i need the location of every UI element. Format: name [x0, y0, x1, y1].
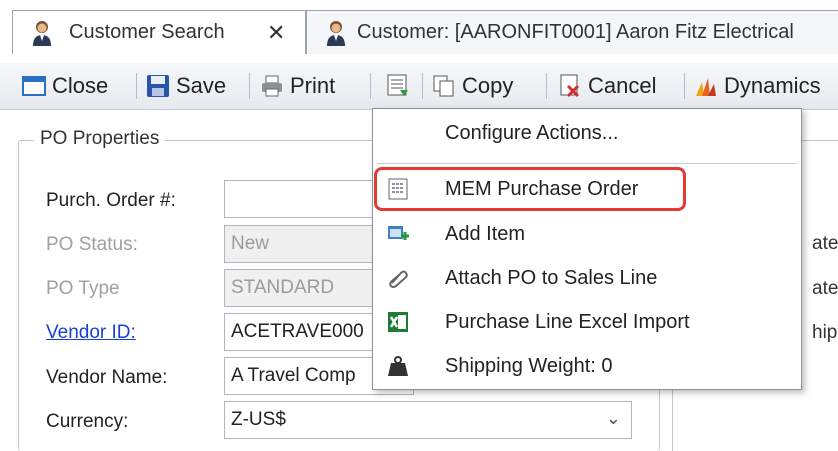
menu-item-mem-purchase-order[interactable]: MEM Purchase Order — [373, 168, 801, 210]
copy-icon — [432, 74, 456, 98]
toolbar-separator — [370, 73, 371, 99]
po-type-label: PO Type — [46, 278, 120, 299]
po-status-label: PO Status: — [46, 234, 138, 255]
paperclip-icon — [387, 267, 409, 289]
tab-customer-record[interactable]: Customer: [AARONFIT0001] Aaron Fitz Elec… — [306, 10, 838, 54]
chevron-down-icon[interactable]: ⌄ — [606, 408, 621, 429]
menu-item-add-item[interactable]: Add Item — [373, 213, 801, 255]
tab-label: Customer: [AARONFIT0001] Aaron Fitz Elec… — [357, 21, 794, 43]
toolbar-separator — [136, 73, 137, 99]
actions-menu: Configure Actions... MEM Purchase Order … — [372, 108, 802, 390]
currency-select[interactable]: Z-US$ ⌄ — [224, 401, 632, 439]
copy-button[interactable]: Copy — [432, 69, 513, 103]
document-grid-icon — [387, 178, 409, 200]
window-icon — [22, 74, 46, 98]
add-item-icon — [387, 223, 409, 245]
right-label-fragment: ate — [812, 278, 838, 299]
document-grid-icon — [386, 74, 410, 98]
dynamics-button[interactable]: Dynamics — [694, 69, 821, 103]
tab-bar: Customer Search ✕ Customer: [AARONFIT000… — [0, 0, 838, 63]
menu-item-configure-actions[interactable]: Configure Actions... — [373, 112, 801, 154]
currency-value: Z-US$ — [231, 409, 286, 430]
vendor-id-link[interactable]: Vendor ID: — [46, 322, 136, 344]
cancel-button[interactable]: Cancel — [558, 69, 656, 103]
weight-icon — [387, 355, 409, 377]
person-icon — [325, 19, 347, 47]
right-label-fragment: hips — [812, 322, 838, 343]
person-icon — [31, 19, 53, 47]
save-icon — [146, 74, 170, 98]
cancel-document-icon — [558, 74, 582, 98]
menu-item-excel-import[interactable]: Purchase Line Excel Import — [373, 301, 801, 343]
dynamics-logo-icon — [694, 74, 718, 98]
close-icon[interactable]: ✕ — [267, 20, 285, 46]
currency-label: Currency: — [46, 411, 129, 432]
vendor-name-label: Vendor Name: — [46, 367, 168, 388]
printer-icon — [260, 74, 284, 98]
excel-icon — [387, 311, 409, 333]
toolbar: Close Save Print Copy Cancel Dynamics — [0, 63, 838, 110]
print-button[interactable]: Print — [260, 69, 335, 103]
tab-customer-search[interactable]: Customer Search ✕ — [12, 10, 306, 54]
tab-label: Customer Search — [69, 21, 225, 43]
menu-divider — [377, 163, 797, 164]
menu-item-shipping-weight[interactable]: Shipping Weight: 0 — [373, 345, 801, 387]
group-title: PO Properties — [34, 128, 166, 150]
right-label-fragment: ate — [812, 233, 838, 254]
toolbar-separator — [422, 73, 423, 99]
toolbar-separator — [249, 73, 250, 99]
po-number-label: Purch. Order #: — [46, 190, 176, 211]
menu-item-attach-po[interactable]: Attach PO to Sales Line — [373, 257, 801, 299]
toolbar-separator — [546, 73, 547, 99]
actions-dropdown-button[interactable] — [386, 69, 416, 103]
save-button[interactable]: Save — [146, 69, 226, 103]
close-button[interactable]: Close — [22, 69, 108, 103]
toolbar-separator — [684, 73, 685, 99]
